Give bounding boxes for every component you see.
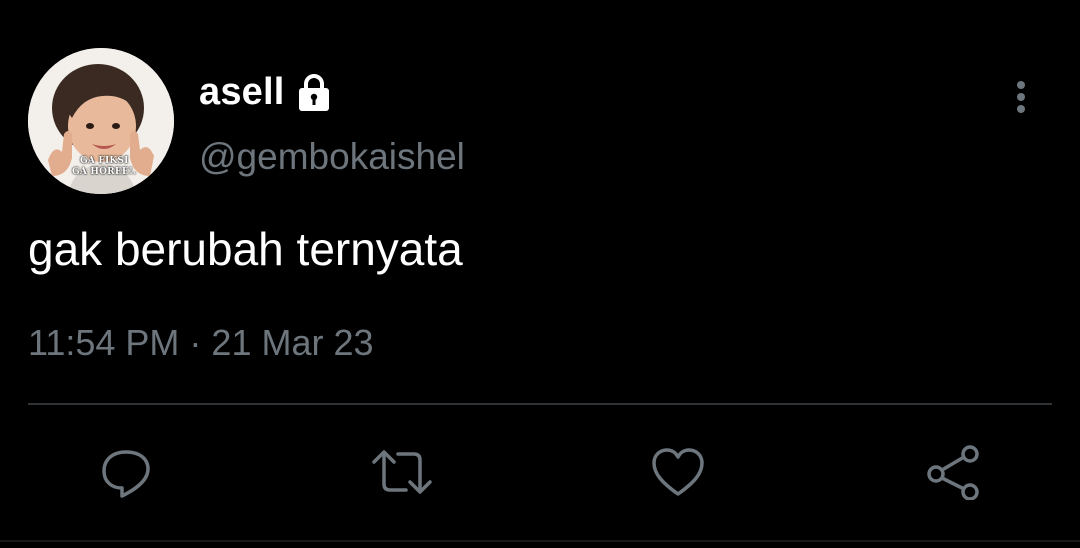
heart-icon (652, 448, 704, 496)
author-name-row[interactable]: asell (199, 66, 335, 118)
share-button[interactable] (922, 440, 986, 504)
avatar-caption-line1: GA FIKSI (80, 156, 129, 166)
action-bar (0, 440, 1080, 504)
more-options-button[interactable] (1004, 76, 1038, 118)
bottom-divider (0, 540, 1080, 542)
author-handle[interactable]: @gembokaishel (199, 136, 465, 178)
retweet-icon (372, 450, 432, 494)
avatar-caption-line2: GA HOREE!. (72, 167, 137, 177)
share-icon (927, 445, 979, 500)
divider (28, 403, 1052, 405)
tweet-date: 21 Mar 23 (211, 322, 374, 363)
avatar[interactable]: GA FIKSI GA HOREE!. (28, 48, 174, 194)
vertical-dots-icon (1017, 81, 1025, 113)
tweet-time: 11:54 PM (28, 322, 180, 363)
avatar-caption: GA FIKSI GA HOREE!. (28, 156, 174, 178)
retweet-button[interactable] (370, 440, 434, 504)
meta-separator: · (189, 322, 202, 363)
display-name[interactable]: asell (199, 71, 285, 114)
tweet-timestamp[interactable]: 11:54 PM · 21 Mar 23 (28, 322, 374, 364)
like-button[interactable] (646, 440, 710, 504)
lock-icon (293, 71, 335, 113)
tweet-detail: GA FIKSI GA HOREE!. asell @gembokaishel … (0, 0, 1080, 548)
tweet-text: gak berubah ternyata (28, 223, 463, 275)
comment-icon (102, 450, 150, 498)
reply-button[interactable] (94, 440, 158, 504)
